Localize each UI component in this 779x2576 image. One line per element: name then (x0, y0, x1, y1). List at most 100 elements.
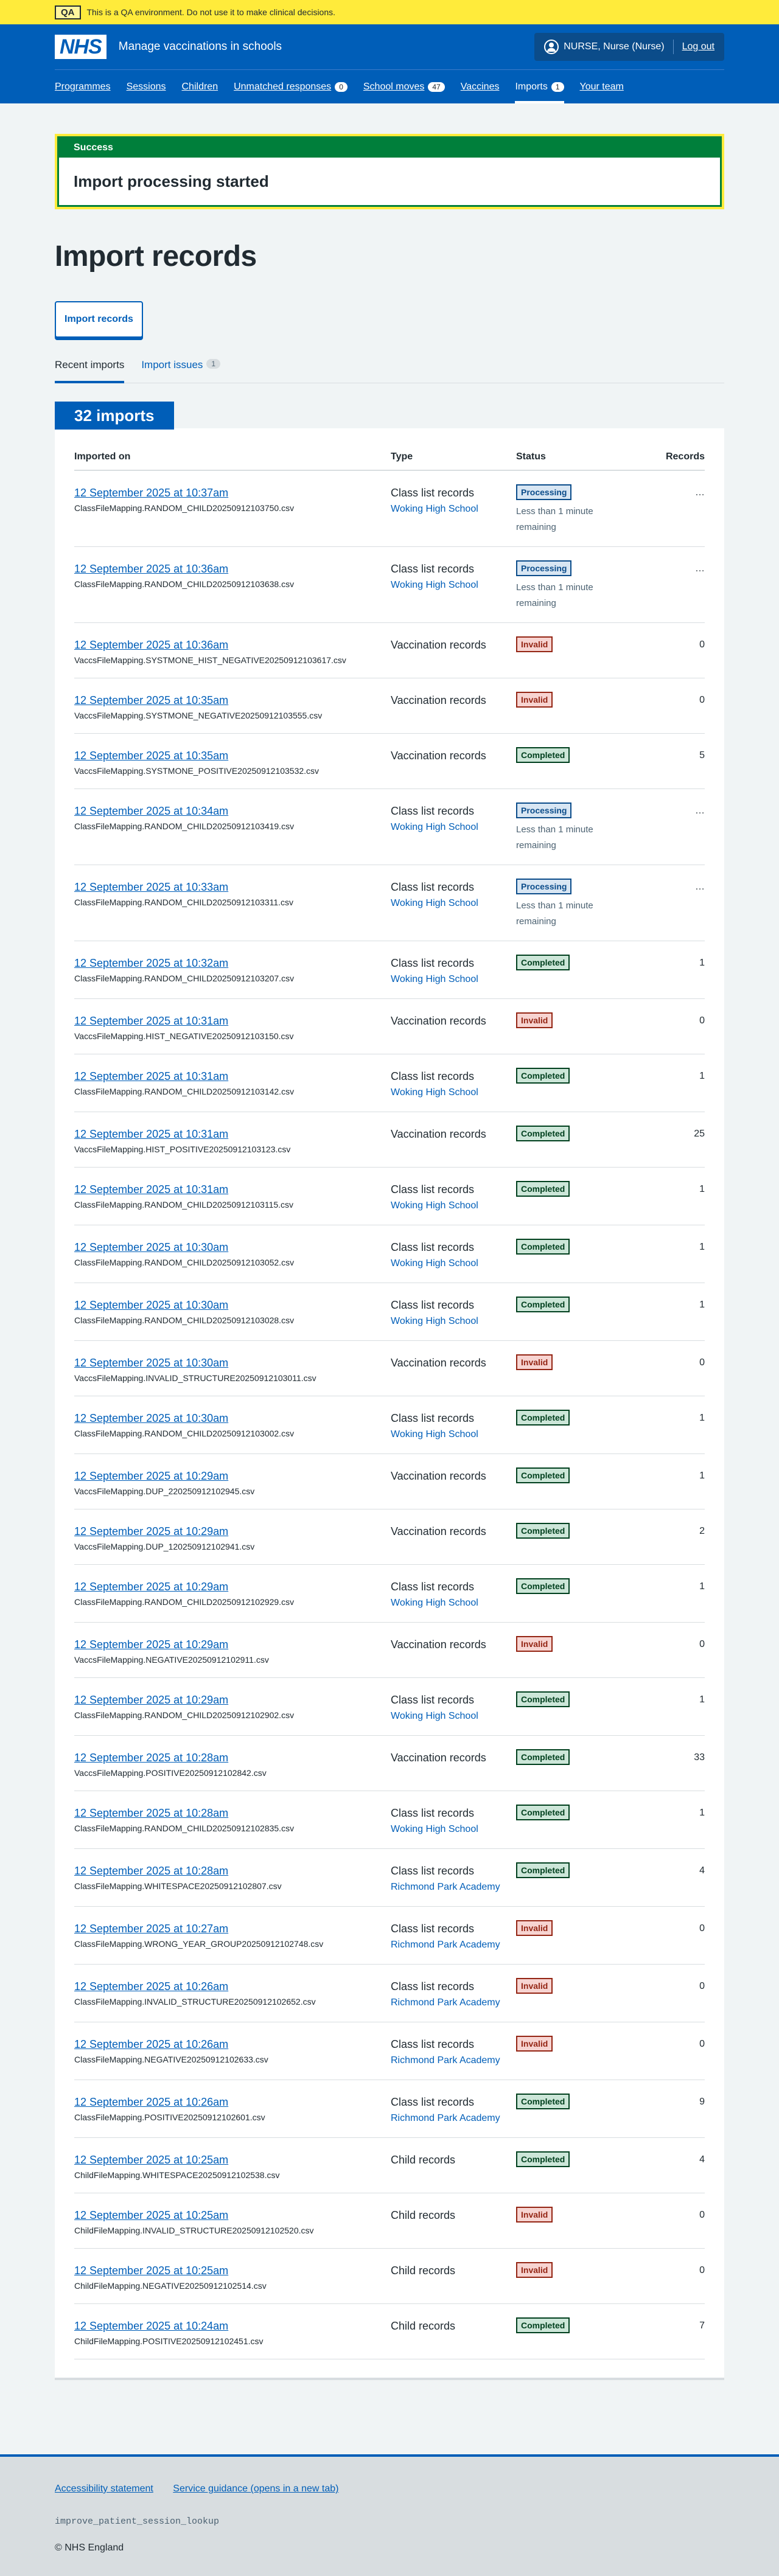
import-date-link[interactable]: 12 September 2025 at 10:35am (74, 747, 391, 764)
status-badge: Completed (516, 2094, 570, 2109)
import-date-link[interactable]: 12 September 2025 at 10:33am (74, 879, 391, 896)
import-date-link[interactable]: 12 September 2025 at 10:32am (74, 955, 391, 972)
import-file-name: ChildFileMapping.POSITIVE20250912102451.… (74, 2336, 264, 2346)
import-date-link[interactable]: 12 September 2025 at 10:29am (74, 1467, 391, 1485)
nav-sessions[interactable]: Sessions (127, 70, 166, 103)
import-date-link[interactable]: 12 September 2025 at 10:26am (74, 2036, 391, 2053)
cell-records: … (638, 470, 705, 547)
import-date-link[interactable]: 12 September 2025 at 10:34am (74, 802, 391, 820)
table-row: 12 September 2025 at 10:26am ClassFileMap… (74, 2080, 705, 2138)
cell-records: 0 (638, 2193, 705, 2249)
cell-records: 4 (638, 1848, 705, 1907)
imports-table: Imported on Type Status Records 12 Septe… (74, 444, 705, 2359)
import-date-link[interactable]: 12 September 2025 at 10:36am (74, 560, 391, 577)
import-type: Class list records (391, 2096, 475, 2108)
import-date-link[interactable]: 12 September 2025 at 10:28am (74, 1749, 391, 1766)
cell-status: Completed (516, 1735, 638, 1791)
nav-your-team[interactable]: Your team (580, 70, 624, 103)
import-date-link[interactable]: 12 September 2025 at 10:31am (74, 1012, 391, 1029)
import-file-name: ClassFileMapping.RANDOM_CHILD20250912103… (74, 973, 295, 983)
nav-school-moves[interactable]: School moves 47 (363, 70, 445, 103)
import-date-link[interactable]: 12 September 2025 at 10:29am (74, 1691, 391, 1708)
import-date-link[interactable]: 12 September 2025 at 10:31am (74, 1126, 391, 1143)
nhs-logo[interactable]: NHS (55, 35, 107, 59)
table-row: 12 September 2025 at 10:36am ClassFileMap… (74, 546, 705, 623)
import-date-link[interactable]: 12 September 2025 at 10:31am (74, 1181, 391, 1198)
notice-body: Import processing started (74, 172, 269, 190)
import-date-link[interactable]: 12 September 2025 at 10:29am (74, 1523, 391, 1540)
cell-imported-on: 12 September 2025 at 10:26am ClassFileMap… (74, 2022, 391, 2080)
import-date-link[interactable]: 12 September 2025 at 10:25am (74, 2207, 391, 2224)
cell-records: 0 (638, 998, 705, 1054)
cell-records: 1 (638, 1677, 705, 1736)
import-date-link[interactable]: 12 September 2025 at 10:25am (74, 2151, 391, 2168)
cell-records: 1 (638, 1054, 705, 1112)
table-row: 12 September 2025 at 10:31am VaccsFileMap… (74, 998, 705, 1054)
cell-status: Invalid (516, 1906, 638, 1965)
import-file-name: VaccsFileMapping.SYSTMONE_POSITIVE202509… (74, 766, 320, 776)
tab-label: Recent imports (55, 359, 125, 371)
success-notice: Success Import processing started (55, 134, 724, 209)
import-date-link[interactable]: 12 September 2025 at 10:25am (74, 2262, 391, 2279)
cell-type: Vaccination records (391, 678, 516, 734)
cell-imported-on: 12 September 2025 at 10:35am VaccsFileMap… (74, 733, 391, 789)
cell-type: Child records (391, 2193, 516, 2249)
school-name: Richmond Park Academy (391, 1997, 500, 2008)
import-date-link[interactable]: 12 September 2025 at 10:29am (74, 1636, 391, 1653)
table-row: 12 September 2025 at 10:29am VaccsFileMap… (74, 1622, 705, 1678)
import-date-link[interactable]: 12 September 2025 at 10:29am (74, 1578, 391, 1595)
tab-recent-imports[interactable]: Recent imports (55, 359, 125, 383)
import-date-link[interactable]: 12 September 2025 at 10:31am (74, 1068, 391, 1085)
cell-type: Child records (391, 2248, 516, 2304)
import-file-name: ClassFileMapping.RANDOM_CHILD20250912102… (74, 1710, 295, 1720)
import-date-link[interactable]: 12 September 2025 at 10:37am (74, 484, 391, 501)
nav-imports[interactable]: Imports 1 (515, 70, 564, 103)
cell-status: Completed (516, 1677, 638, 1736)
import-date-link[interactable]: 12 September 2025 at 10:36am (74, 636, 391, 653)
nav-unmatched-responses[interactable]: Unmatched responses 0 (234, 70, 348, 103)
accessibility-statement-link[interactable]: Accessibility statement (55, 2484, 153, 2494)
import-type: Class list records (391, 1299, 475, 1311)
import-date-link[interactable]: 12 September 2025 at 10:24am (74, 2317, 391, 2334)
import-type: Vaccination records (391, 1015, 486, 1027)
cell-status: Completed (516, 1167, 638, 1225)
service-guidance-link[interactable]: Service guidance (opens in a new tab) (173, 2484, 338, 2494)
import-date-link[interactable]: 12 September 2025 at 10:35am (74, 692, 391, 709)
import-file-name: ClassFileMapping.RANDOM_CHILD20250912103… (74, 1087, 295, 1096)
import-date-link[interactable]: 12 September 2025 at 10:30am (74, 1297, 391, 1314)
table-row: 12 September 2025 at 10:33am ClassFileMap… (74, 865, 705, 941)
import-type: Class list records (391, 1581, 475, 1593)
cell-type: Class list records Woking High School (391, 470, 516, 547)
import-file-name: ClassFileMapping.NEGATIVE20250912102633.… (74, 2055, 268, 2064)
tab-import-issues[interactable]: Import issues 1 (141, 359, 221, 383)
import-date-link[interactable]: 12 September 2025 at 10:28am (74, 1805, 391, 1822)
account-panel: NURSE, Nurse (Nurse) Log out (534, 33, 724, 61)
import-date-link[interactable]: 12 September 2025 at 10:26am (74, 1978, 391, 1995)
table-row: 12 September 2025 at 10:32am ClassFileMap… (74, 941, 705, 999)
logout-link[interactable]: Log out (682, 41, 714, 52)
nav-vaccines[interactable]: Vaccines (461, 70, 500, 103)
import-date-link[interactable]: 12 September 2025 at 10:26am (74, 2094, 391, 2111)
nav-programmes[interactable]: Programmes (55, 70, 111, 103)
nav-label: Children (181, 81, 218, 92)
import-date-link[interactable]: 12 September 2025 at 10:28am (74, 1862, 391, 1879)
cell-type: Vaccination records (391, 1509, 516, 1565)
import-date-link[interactable]: 12 September 2025 at 10:27am (74, 1920, 391, 1937)
nav-children[interactable]: Children (182, 70, 218, 103)
import-type: Child records (391, 2264, 456, 2277)
import-file-name: ClassFileMapping.RANDOM_CHILD20250912102… (74, 1823, 295, 1833)
table-header-row: Imported on Type Status Records (74, 444, 705, 471)
column-imported-on: Imported on (74, 444, 391, 471)
cell-status: Completed (516, 1112, 638, 1168)
table-row: 12 September 2025 at 10:35am VaccsFileMap… (74, 678, 705, 734)
import-date-link[interactable]: 12 September 2025 at 10:30am (74, 1410, 391, 1427)
import-records-button[interactable]: Import records (55, 301, 143, 338)
cell-records: … (638, 865, 705, 941)
status-badge: Invalid (516, 2036, 553, 2052)
import-date-link[interactable]: 12 September 2025 at 10:30am (74, 1239, 391, 1256)
service-name[interactable]: Manage vaccinations in schools (119, 40, 282, 54)
cell-type: Class list records Woking High School (391, 1396, 516, 1454)
cell-status: Completed (516, 1396, 638, 1454)
import-date-link[interactable]: 12 September 2025 at 10:30am (74, 1354, 391, 1371)
header-top: NHS Manage vaccinations in schools NURSE… (0, 24, 779, 69)
